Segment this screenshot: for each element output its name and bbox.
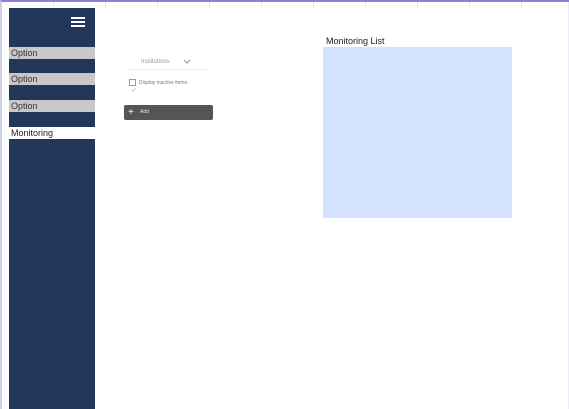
sidebar-item-monitoring[interactable]: Monitoring: [9, 127, 95, 139]
add-button[interactable]: + Add: [124, 105, 213, 120]
add-button-label: Add: [140, 109, 149, 115]
select-value: Institutions: [141, 59, 170, 65]
sidebar-item-label: Monitoring: [11, 128, 54, 138]
institutions-select[interactable]: Institutions: [126, 55, 208, 70]
inactive-items-checkbox[interactable]: [129, 79, 137, 92]
sidebar: Option Option Option Monitoring: [9, 8, 95, 409]
checkbox-check-icon: [130, 87, 137, 92]
monitoring-list-title: Monitoring List: [326, 36, 385, 46]
plus-icon: +: [128, 107, 134, 118]
sidebar-item-label: Option: [11, 101, 38, 111]
sidebar-item-label: Option: [11, 48, 38, 58]
checkbox-label: Display inactive items: [139, 80, 188, 86]
app-window: Option Option Option Monitoring Institut…: [0, 0, 569, 409]
chevron-down-icon: [182, 55, 192, 69]
monitoring-list-panel[interactable]: [323, 47, 512, 218]
sidebar-item-option-2[interactable]: Option: [9, 73, 95, 85]
sidebar-item-option-3[interactable]: Option: [9, 100, 95, 112]
sidebar-item-option-1[interactable]: Option: [9, 47, 95, 59]
sidebar-item-label: Option: [11, 74, 38, 84]
hamburger-menu-icon[interactable]: [71, 17, 85, 27]
